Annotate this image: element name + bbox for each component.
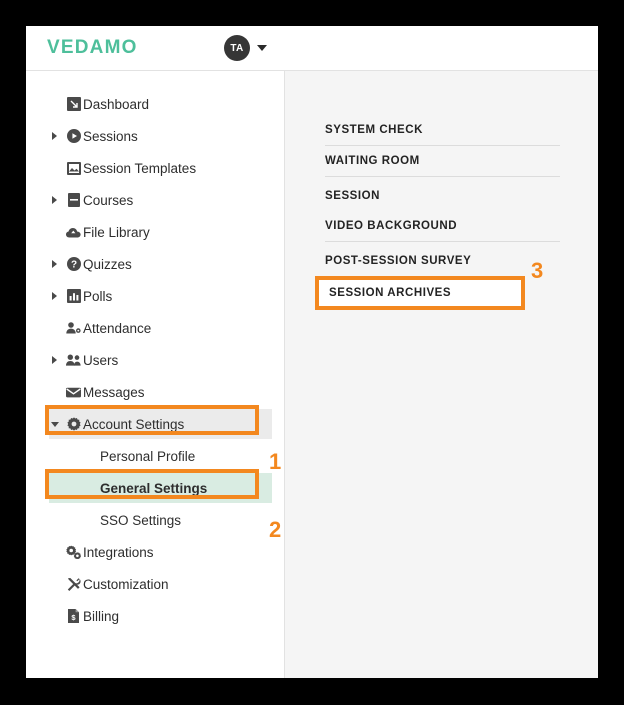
sidebar-item-users[interactable]: Users — [49, 345, 272, 375]
sidebar-item-label: Attendance — [83, 320, 152, 336]
question-circle-icon: ? — [66, 257, 81, 272]
sidebar: Dashboard Sessions Session Templates Cou… — [26, 71, 285, 678]
chevron-right-icon[interactable] — [52, 260, 57, 268]
gears-icon — [66, 545, 81, 560]
panel-item-label: WAITING ROOM — [325, 155, 420, 167]
chevron-right-icon[interactable] — [52, 356, 57, 364]
header-right-area — [285, 26, 598, 71]
sidebar-item-personal-profile[interactable]: Personal Profile — [49, 441, 272, 471]
sidebar-item-general-settings[interactable]: General Settings — [45, 469, 272, 503]
panel-item-session[interactable]: SESSION — [325, 180, 560, 211]
settings-tab-panel: SYSTEM CHECK WAITING ROOM SESSION VIDEO … — [285, 71, 598, 678]
sidebar-item-label: Courses — [83, 192, 134, 208]
sidebar-item-label: Integrations — [83, 544, 154, 560]
tools-icon — [66, 577, 81, 592]
sidebar-item-file-library[interactable]: File Library — [49, 217, 272, 247]
sidebar-item-label: General Settings — [100, 480, 208, 496]
sidebar-item-customization[interactable]: Customization — [49, 569, 272, 599]
sidebar-item-quizzes[interactable]: ? Quizzes — [49, 249, 272, 279]
sidebar-item-label: Quizzes — [83, 256, 132, 272]
sidebar-item-label: Polls — [83, 288, 113, 304]
chevron-down-icon[interactable] — [51, 421, 59, 427]
chevron-right-icon[interactable] — [52, 292, 57, 300]
panel-item-session-archives[interactable]: SESSION ARCHIVES — [315, 276, 525, 310]
sidebar-item-label: Messages — [83, 384, 145, 400]
sidebar-item-label: Users — [83, 352, 119, 368]
sidebar-item-attendance[interactable]: Attendance — [49, 313, 272, 343]
sidebar-item-label: Account Settings — [83, 416, 185, 432]
sidebar-item-messages[interactable]: Messages — [49, 377, 272, 407]
user-menu[interactable]: TA — [224, 35, 267, 61]
svg-text:?: ? — [70, 260, 76, 271]
sidebar-item-integrations[interactable]: Integrations — [49, 537, 272, 567]
sidebar-item-courses[interactable]: Courses — [49, 185, 272, 215]
sidebar-item-label: Personal Profile — [100, 448, 196, 464]
panel-item-video-background[interactable]: VIDEO BACKGROUND — [325, 211, 560, 242]
panel-item-label: SESSION ARCHIVES — [329, 287, 452, 299]
bar-chart-icon — [66, 289, 81, 304]
sidebar-item-sessions[interactable]: Sessions — [49, 121, 272, 151]
sidebar-item-label: Session Templates — [83, 160, 197, 176]
sidebar-item-account-settings[interactable]: Account Settings — [45, 405, 272, 439]
sidebar-item-label: File Library — [83, 224, 150, 240]
panel-item-label: SYSTEM CHECK — [325, 124, 423, 136]
chevron-right-icon[interactable] — [52, 132, 57, 140]
dashboard-icon — [66, 97, 81, 112]
panel-item-label: VIDEO BACKGROUND — [325, 220, 458, 232]
cloud-icon — [66, 225, 81, 240]
users-icon — [66, 353, 81, 368]
vedamo-logo[interactable]: VEDAMO — [47, 37, 138, 59]
panel-item-post-session-survey[interactable]: POST-SESSION SURVEY — [325, 245, 560, 276]
sidebar-item-polls[interactable]: Polls — [49, 281, 272, 311]
image-frame-icon — [66, 161, 81, 176]
person-badge-icon — [66, 321, 81, 336]
sidebar-item-session-templates[interactable]: Session Templates — [49, 153, 272, 183]
app-header: VEDAMO TA — [26, 26, 285, 71]
panel-item-system-check[interactable]: SYSTEM CHECK — [325, 115, 560, 146]
panel-item-label: POST-SESSION SURVEY — [325, 254, 472, 267]
sidebar-item-billing[interactable]: $ Billing — [49, 601, 272, 631]
sidebar-item-dashboard[interactable]: Dashboard — [49, 89, 272, 119]
chevron-down-icon[interactable] — [257, 45, 267, 51]
sidebar-item-sso-settings[interactable]: SSO Settings — [49, 505, 272, 535]
panel-item-waiting-room[interactable]: WAITING ROOM — [325, 146, 560, 177]
annotation-marker-1: 1 — [269, 449, 282, 474]
sidebar-item-label: Dashboard — [83, 96, 150, 112]
sidebar-item-label: Customization — [83, 576, 169, 592]
annotation-marker-3: 3 — [531, 258, 544, 283]
avatar[interactable]: TA — [224, 35, 250, 61]
chevron-right-icon[interactable] — [52, 196, 57, 204]
book-icon — [66, 193, 81, 208]
app-window: VEDAMO TA Dashboard Sessions Session Tem… — [26, 26, 598, 678]
invoice-icon: $ — [66, 609, 81, 624]
gear-icon — [66, 417, 81, 432]
panel-item-label: SESSION — [325, 189, 380, 202]
annotation-marker-2: 2 — [269, 517, 282, 542]
envelope-icon — [66, 385, 81, 400]
sidebar-item-label: Billing — [83, 608, 120, 624]
play-circle-icon — [66, 129, 81, 144]
sidebar-item-label: SSO Settings — [100, 512, 182, 528]
sidebar-item-label: Sessions — [83, 128, 138, 144]
